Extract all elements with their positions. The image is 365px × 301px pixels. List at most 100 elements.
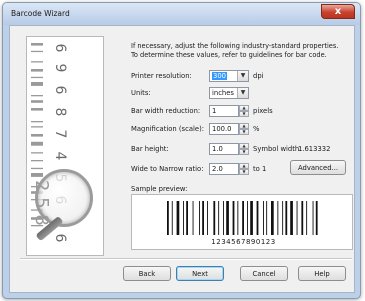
side-barcode-bar xyxy=(31,167,43,170)
bar-width-reduction-label: Bar width reduction: xyxy=(131,107,201,115)
barcode-bar xyxy=(183,201,184,235)
barcode-bar xyxy=(266,201,268,235)
printer-resolution-label: Printer resolution: xyxy=(131,72,192,80)
barcode-bar xyxy=(223,201,224,235)
printer-resolution-value: 300 xyxy=(212,72,227,80)
instruction-line: If necessary, adjust the following indus… xyxy=(131,42,339,50)
help-button[interactable]: Help xyxy=(298,266,346,281)
bar-width-reduction-input[interactable]: 1 xyxy=(209,105,239,117)
barcode-human-readable: 1234567890123 xyxy=(211,238,276,246)
instructions: If necessary, adjust the following indus… xyxy=(131,42,353,60)
side-barcode-bar xyxy=(31,121,43,123)
next-button[interactable]: Next xyxy=(176,266,224,281)
bar-height-spinner[interactable]: ▲ ▼ xyxy=(239,143,249,155)
barcode-bar xyxy=(237,201,239,235)
barcode-bar xyxy=(192,201,194,235)
side-barcode-bar xyxy=(31,100,43,103)
barcode-bar xyxy=(263,201,264,235)
magnification-spinner[interactable]: ▲ ▼ xyxy=(239,123,249,135)
barcode-bar xyxy=(296,201,298,235)
barcode-bar xyxy=(167,201,169,235)
magnified-digits: 2 5 8 xyxy=(31,180,52,226)
barcode-bar xyxy=(271,201,274,235)
side-barcode-bar xyxy=(31,76,43,79)
wide-narrow-ratio-value: 2.0 xyxy=(212,165,223,173)
barcode-bar xyxy=(207,201,208,235)
spin-down-icon[interactable]: ▼ xyxy=(239,149,249,155)
back-button[interactable]: Back xyxy=(123,266,171,281)
side-barcode-bar xyxy=(31,134,43,137)
barcode-bar xyxy=(176,201,180,235)
sample-preview-box: 1234567890123 xyxy=(131,194,353,250)
printer-resolution-unit: dpi xyxy=(253,72,264,80)
barcode-bar xyxy=(232,201,235,235)
instruction-line: To determine these values, refer to guid… xyxy=(131,51,327,59)
symbol-width-label: Symbol width: xyxy=(253,145,302,153)
barcode-bar xyxy=(282,201,284,235)
advanced-button[interactable]: Advanced... xyxy=(290,160,346,175)
side-barcode-bar xyxy=(31,61,43,63)
bar-height-input[interactable]: 1.0 xyxy=(209,143,239,155)
barcode-bar xyxy=(199,201,200,235)
sample-barcode xyxy=(167,201,318,235)
units-label: Units: xyxy=(131,89,151,97)
magnification-value: 100.0 xyxy=(212,125,232,133)
bar-height-value: 1.0 xyxy=(212,145,223,153)
wide-narrow-ratio-unit: to 1 xyxy=(253,165,267,173)
magnification-label: Magnification (scale): xyxy=(131,125,205,133)
side-barcode-bar xyxy=(31,69,43,72)
units-value: inches xyxy=(212,89,234,97)
side-barcode-bar xyxy=(31,126,43,128)
sample-preview-label: Sample preview: xyxy=(131,185,188,193)
barcode-bar xyxy=(242,201,244,235)
side-barcode-bar xyxy=(31,152,43,154)
barcode-bar xyxy=(256,201,259,235)
side-barcode-bar xyxy=(31,82,43,86)
wide-narrow-ratio-spinner[interactable]: ▲ ▼ xyxy=(239,163,249,175)
barcode-bar xyxy=(186,201,188,235)
spin-down-icon[interactable]: ▼ xyxy=(239,169,249,175)
side-barcode-bar xyxy=(31,141,43,146)
barcode-bar xyxy=(306,201,308,235)
barcode-wizard-window: Barcode Wizard x 6 9 6 8 7 4 5 6 6 2 5 8 xyxy=(2,2,361,299)
wide-narrow-ratio-input[interactable]: 2.0 xyxy=(209,163,239,175)
side-barcode-bar xyxy=(31,108,43,111)
barcode-bar xyxy=(247,201,248,235)
barcode-bar xyxy=(301,201,304,235)
bar-width-reduction-spinner[interactable]: ▲ ▼ xyxy=(239,105,249,117)
barcode-bar xyxy=(285,201,288,235)
barcode-bar xyxy=(213,201,216,235)
spin-down-icon[interactable]: ▼ xyxy=(239,111,249,117)
wizard-side-image: 6 9 6 8 7 4 5 6 6 2 5 8 xyxy=(26,36,104,256)
units-combo[interactable]: inches ▼ xyxy=(209,87,249,99)
spin-down-icon[interactable]: ▼ xyxy=(239,129,249,135)
magnification-unit: % xyxy=(253,125,260,133)
barcode-bar xyxy=(277,201,279,235)
close-button[interactable]: x xyxy=(321,4,355,19)
printer-resolution-combo[interactable]: 300 ▼ xyxy=(209,70,249,82)
magnification-input[interactable]: 100.0 xyxy=(209,123,239,135)
bar-height-label: Bar height: xyxy=(131,145,169,153)
magnifier-icon: 2 5 8 xyxy=(31,169,93,227)
window-title: Barcode Wizard xyxy=(11,9,70,18)
bar-width-reduction-value: 1 xyxy=(212,107,217,115)
button-separator xyxy=(20,258,352,260)
wide-narrow-ratio-label: Wide to Narrow ratio: xyxy=(131,165,204,173)
barcode-bar xyxy=(171,201,173,235)
side-barcode-bar xyxy=(31,50,43,53)
chevron-down-icon[interactable]: ▼ xyxy=(237,88,248,98)
barcode-bar xyxy=(315,201,318,235)
side-barcode-bar xyxy=(31,43,43,46)
cancel-button[interactable]: Cancel xyxy=(240,266,288,281)
wizard-client-area: 6 9 6 8 7 4 5 6 6 2 5 8 If necessary, ad… xyxy=(9,25,355,293)
symbol-width-value: 1.613332 xyxy=(298,145,331,153)
side-barcode-bar xyxy=(31,173,43,177)
barcode-bar xyxy=(226,201,229,235)
bar-width-reduction-unit: pixels xyxy=(253,107,273,115)
barcode-bar xyxy=(218,201,220,235)
barcode-bar xyxy=(312,201,314,235)
close-icon: x xyxy=(334,6,342,17)
barcode-bar xyxy=(250,201,253,235)
chevron-down-icon[interactable]: ▼ xyxy=(237,71,248,81)
barcode-bar xyxy=(290,201,293,235)
